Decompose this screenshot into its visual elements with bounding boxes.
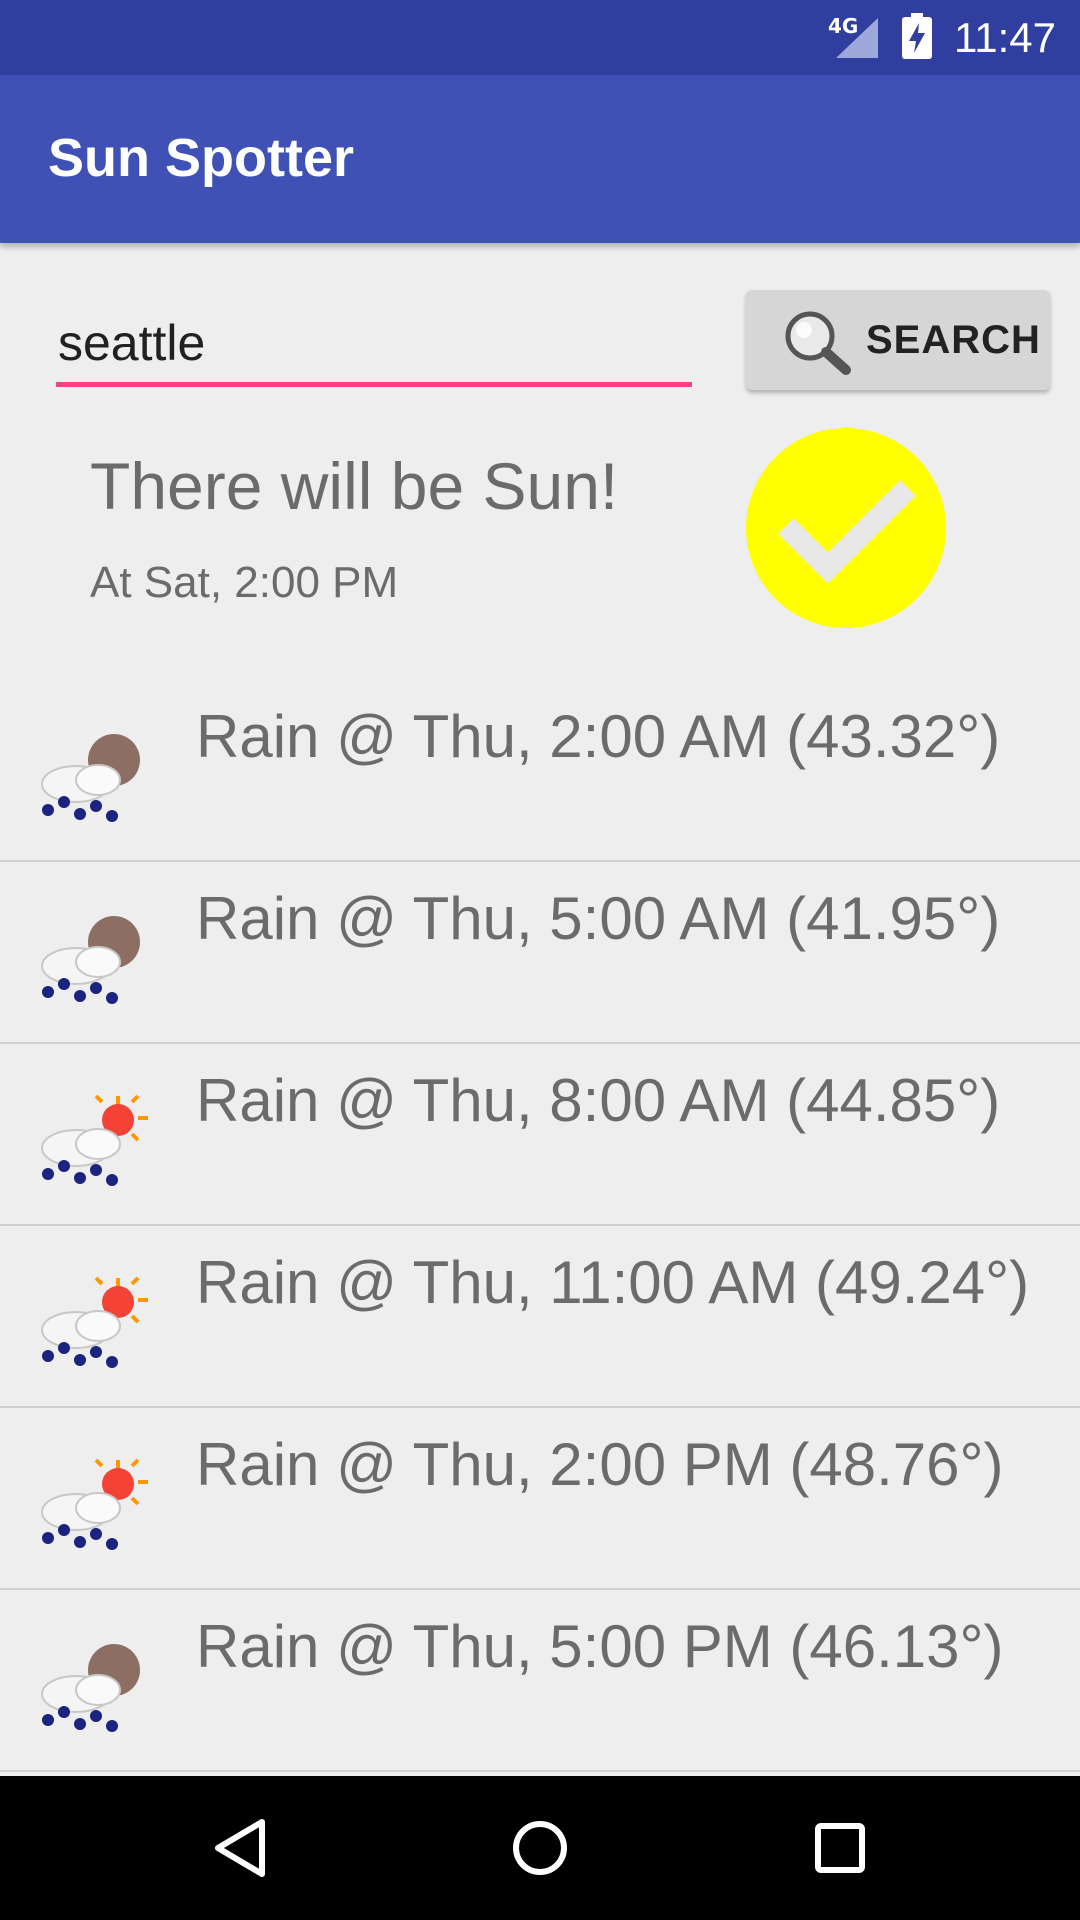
home-icon: [513, 1821, 567, 1875]
recents-icon: [815, 1823, 865, 1873]
forecast-item[interactable]: Rain @ Thu, 2:00 AM (43.32°): [0, 680, 1080, 862]
status-icons: 4G 11:47: [828, 0, 1056, 75]
forecast-text: Rain @ Thu, 11:00 AM (49.24°): [196, 1249, 1030, 1316]
rain-day-icon: [28, 1272, 152, 1372]
forecast-text: Rain @ Thu, 2:00 PM (48.76°): [196, 1431, 1004, 1498]
rain-night-icon: [28, 908, 152, 1008]
clock: 11:47: [954, 13, 1056, 61]
status-bar: 4G 11:47: [0, 0, 1080, 75]
home-button[interactable]: [500, 1812, 580, 1884]
signal-icon: 4G: [828, 14, 880, 60]
sun-check-badge: [746, 428, 946, 628]
forecast-text: Rain @ Thu, 5:00 AM (41.95°): [196, 885, 1001, 952]
recents-button[interactable]: [800, 1812, 880, 1884]
forecast-item[interactable]: Rain @ Thu, 5:00 PM (46.13°): [0, 1590, 1080, 1772]
rain-night-icon: [28, 1636, 152, 1736]
search-button[interactable]: SEARCH: [746, 290, 1050, 390]
forecast-list: Rain @ Thu, 2:00 AM (43.32°) Rain @ Thu,…: [0, 680, 1080, 1772]
forecast-item[interactable]: Rain @ Thu, 8:00 AM (44.85°): [0, 1044, 1080, 1226]
search-input-underline: [56, 382, 692, 387]
forecast-item[interactable]: Rain @ Thu, 11:00 AM (49.24°): [0, 1226, 1080, 1408]
rain-day-icon: [28, 1454, 152, 1554]
app-title: Sun Spotter: [48, 128, 354, 188]
forecast-text: Rain @ Thu, 8:00 AM (44.85°): [196, 1067, 1001, 1134]
search-input[interactable]: [56, 308, 692, 378]
forecast-item[interactable]: Rain @ Thu, 5:00 AM (41.95°): [0, 862, 1080, 1044]
battery-charging-icon: [902, 12, 932, 63]
back-icon: [215, 1819, 265, 1877]
checkmark-icon: [778, 480, 916, 584]
forecast-item[interactable]: Rain @ Thu, 2:00 PM (48.76°): [0, 1408, 1080, 1590]
result-heading: There will be Sun!: [90, 449, 619, 523]
back-button[interactable]: [200, 1812, 280, 1884]
result-time: At Sat, 2:00 PM: [90, 558, 399, 607]
app-bar: Sun Spotter: [0, 75, 1080, 243]
magnifier-icon: [780, 308, 852, 376]
forecast-text: Rain @ Thu, 5:00 PM (46.13°): [196, 1613, 1004, 1680]
search-button-label: SEARCH: [866, 318, 1041, 362]
rain-night-icon: [28, 726, 152, 826]
nav-bar: [0, 1776, 1080, 1920]
forecast-text: Rain @ Thu, 2:00 AM (43.32°): [196, 703, 1001, 770]
rain-day-icon: [28, 1090, 152, 1190]
search-field: [56, 300, 692, 390]
